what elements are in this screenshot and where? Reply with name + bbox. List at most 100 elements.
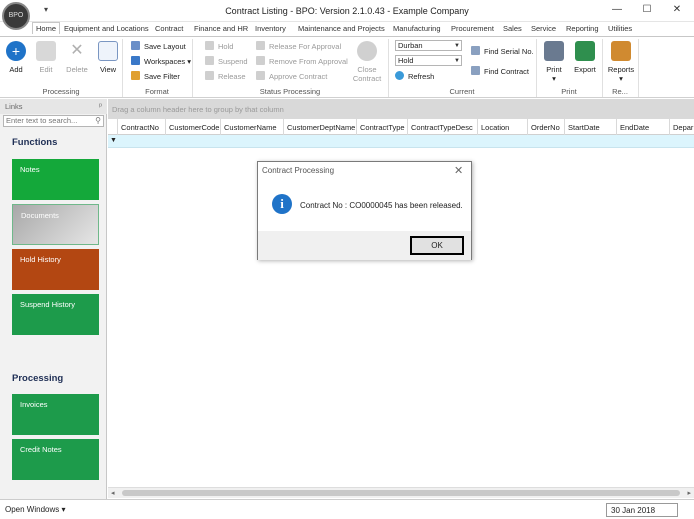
row-indicator-header [108, 119, 118, 135]
approve-contract-button[interactable]: Approve Contract [256, 71, 327, 81]
column-header[interactable]: EndDate [617, 119, 670, 135]
filter-icon: ▼ [110, 137, 117, 144]
workspaces-button[interactable]: Workspaces ▾ [131, 56, 191, 66]
quick-access-dropdown-icon[interactable]: ▾ [44, 5, 48, 14]
scroll-thumb[interactable] [122, 490, 680, 496]
add-button[interactable]: + Add [4, 41, 28, 74]
edit-button[interactable]: Edit [34, 41, 58, 74]
column-header[interactable]: CustomerCode [166, 119, 221, 135]
find-serial-button[interactable]: Find Serial No. [471, 46, 534, 56]
group-label-status-processing: Status Processing [259, 87, 321, 96]
tab-reporting[interactable]: Reporting [566, 24, 599, 33]
status-select[interactable]: Hold ▼ [395, 55, 462, 66]
date-field[interactable]: 30 Jan 2018 [606, 503, 678, 517]
dialog-title: Contract Processing [262, 166, 335, 175]
save-filter-button[interactable]: Save Filter [131, 71, 180, 81]
delete-icon: ✕ [70, 42, 84, 59]
refresh-button[interactable]: Refresh [395, 71, 434, 81]
info-icon: i [272, 194, 292, 214]
scroll-left-icon[interactable]: ◂ [111, 489, 115, 497]
title-bar: Contract Listing - BPO: Version 2.1.0.43… [0, 0, 694, 22]
grid-header: ContractNo CustomerCode CustomerName Cus… [108, 119, 694, 135]
refresh-icon [395, 71, 404, 80]
close-contract-button[interactable]: Close Contract [350, 41, 384, 83]
column-header[interactable]: CustomerName [221, 119, 284, 135]
column-header[interactable]: ContractTypeDesc [408, 119, 478, 135]
tab-manufacturing[interactable]: Manufacturing [393, 24, 441, 33]
notes-tile[interactable]: Notes [12, 159, 99, 200]
maximize-button[interactable]: ☐ [640, 4, 654, 16]
export-button[interactable]: Export [572, 41, 598, 74]
column-header[interactable]: Depar [670, 119, 694, 135]
column-header[interactable]: OrderNo [528, 119, 565, 135]
functions-section-title: Functions [12, 137, 58, 148]
minimize-button[interactable]: — [610, 4, 624, 16]
processing-section-title: Processing [12, 373, 64, 384]
site-select[interactable]: Durban ▼ [395, 40, 462, 51]
print-button[interactable]: Print ▾ [542, 41, 566, 83]
remove-approval-icon [256, 56, 265, 65]
release-icon [205, 71, 214, 80]
links-panel: Links ᵖ Enter text to search... ⚲ Functi… [0, 99, 107, 499]
column-header[interactable]: CustomerDeptName [284, 119, 357, 135]
credit-notes-tile[interactable]: Credit Notes [12, 439, 99, 480]
tab-inventory[interactable]: Inventory [255, 24, 286, 33]
hold-history-tile[interactable]: Hold History [12, 249, 99, 290]
tab-maintenance-projects[interactable]: Maintenance and Projects [298, 24, 385, 33]
tab-service[interactable]: Service [531, 24, 556, 33]
group-label-print: Print [561, 87, 577, 96]
release-for-approval-button[interactable]: Release For Approval [256, 41, 341, 51]
suspend-icon [205, 56, 214, 65]
close-contract-icon [357, 41, 377, 61]
app-logo[interactable]: BPO [2, 2, 30, 30]
column-header[interactable]: Location [478, 119, 528, 135]
search-icon: ⚲ [95, 116, 101, 125]
column-header[interactable]: ContractNo [118, 119, 166, 135]
ok-button[interactable]: OK [410, 236, 464, 255]
tab-procurement[interactable]: Procurement [451, 24, 494, 33]
view-icon [98, 41, 118, 61]
ribbon-tabs: Home Equipment and Locations Contract Fi… [0, 22, 694, 36]
hold-button[interactable]: Hold [205, 41, 233, 51]
suspend-history-tile[interactable]: Suspend History [12, 294, 99, 335]
find-contract-icon [471, 66, 480, 75]
view-button[interactable]: View [96, 41, 120, 74]
group-label-reports: Re... [612, 87, 628, 96]
delete-button[interactable]: ✕ Delete [63, 41, 91, 74]
open-windows-button[interactable]: Open Windows ▾ [5, 505, 65, 514]
contract-grid: Drag a column header here to group by th… [108, 99, 694, 499]
links-header: Links ᵖ [0, 99, 107, 114]
tab-contract[interactable]: Contract [155, 24, 183, 33]
save-layout-button[interactable]: Save Layout [131, 41, 186, 51]
release-button[interactable]: Release [205, 71, 246, 81]
tab-utilities[interactable]: Utilities [608, 24, 632, 33]
find-contract-button[interactable]: Find Contract [471, 66, 529, 76]
tab-home[interactable]: Home [32, 22, 61, 34]
group-label-current: Current [449, 87, 475, 96]
add-icon: + [6, 41, 26, 61]
close-window-button[interactable]: ✕ [670, 4, 684, 16]
invoices-tile[interactable]: Invoices [12, 394, 99, 435]
remove-from-approval-button[interactable]: Remove From Approval [256, 56, 348, 66]
suspend-button[interactable]: Suspend [205, 56, 248, 66]
horizontal-scrollbar[interactable]: ◂ ▸ [108, 487, 694, 498]
column-header[interactable]: ContractType [357, 119, 408, 135]
pin-icon[interactable]: ᵖ [99, 101, 102, 110]
links-search-input[interactable]: Enter text to search... ⚲ [3, 115, 104, 127]
documents-tile[interactable]: Documents [12, 204, 99, 245]
dialog-close-icon[interactable]: ✕ [454, 164, 463, 177]
group-by-panel[interactable]: Drag a column header here to group by th… [108, 99, 694, 119]
tab-sales[interactable]: Sales [503, 24, 522, 33]
hold-icon [205, 41, 214, 50]
scroll-right-icon[interactable]: ▸ [687, 489, 691, 497]
reports-icon [611, 41, 631, 61]
chevron-down-icon: ▼ [454, 43, 460, 49]
dialog-message: Contract No : CO0000045 has been release… [300, 201, 463, 210]
dialog-footer: OK [258, 231, 471, 260]
column-header[interactable]: StartDate [565, 119, 617, 135]
tab-equipment-locations[interactable]: Equipment and Locations [64, 24, 149, 33]
tab-finance-hr[interactable]: Finance and HR [194, 24, 248, 33]
filter-row[interactable]: ▼ [108, 135, 694, 148]
reports-button[interactable]: Reports ▾ [606, 41, 636, 83]
group-label-format: Format [145, 87, 169, 96]
